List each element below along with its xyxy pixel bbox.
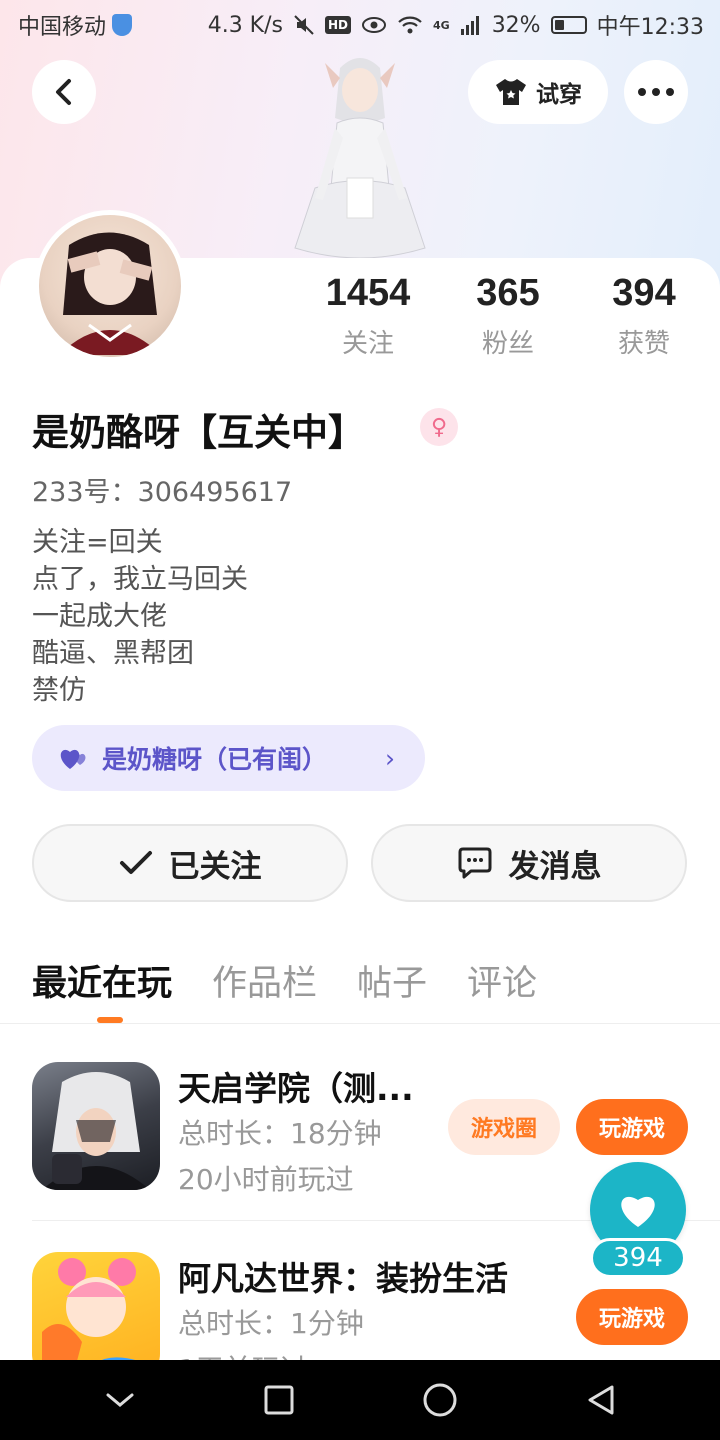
tab-posts[interactable]: 帖子 (357, 955, 427, 1006)
shield-icon (112, 14, 133, 36)
mute-icon (294, 15, 314, 35)
tab-recently-played[interactable]: 最近在玩 (32, 955, 172, 1006)
back-triangle-icon[interactable] (586, 1384, 616, 1416)
followed-button[interactable]: 已关注 (32, 824, 348, 902)
user-id: 233号：306495617 (32, 477, 293, 508)
home-icon[interactable] (423, 1383, 457, 1417)
username: 是奶酪呀【互关中】 (32, 411, 365, 454)
recent-apps-icon[interactable] (264, 1385, 294, 1415)
bio-line: 点了，我立马回关 (32, 564, 248, 595)
carrier-name: 中国移动 (18, 15, 107, 40)
likes-stat[interactable]: 394 获赞 (574, 272, 714, 360)
following-label: 关注 (341, 329, 394, 359)
send-message-button[interactable]: 发消息 (371, 824, 687, 902)
game-circle-button[interactable]: 游戏圈 (448, 1099, 560, 1155)
battery-percent: 32% (491, 12, 541, 38)
relationship-tag[interactable]: 是奶糖呀（已有闺） › (32, 725, 425, 791)
send-message-label: 发消息 (508, 848, 602, 885)
game-title: 阿凡达世界：装扮生活 (178, 1259, 508, 1298)
back-button[interactable] (32, 60, 96, 124)
bio-line: 禁仿 (32, 675, 86, 706)
play-game-button[interactable]: 玩游戏 (576, 1099, 688, 1155)
followers-label: 粉丝 (481, 329, 534, 359)
bio-line: 酷逼、黑帮团 (32, 638, 194, 669)
game-title: 天启学院（测... (178, 1069, 414, 1108)
avatar-image (59, 232, 161, 355)
more-icon (638, 88, 674, 96)
relationship-tag-label: 是奶糖呀（已有闺） (102, 745, 328, 774)
followers-stat[interactable]: 365 粉丝 (438, 272, 578, 360)
chevron-down-icon[interactable] (105, 1390, 135, 1410)
eye-icon (362, 17, 386, 33)
hearts-icon (60, 749, 86, 769)
likes-label: 获赞 (617, 329, 670, 359)
female-gender-icon: ♀ (420, 408, 458, 446)
tshirt-icon (496, 79, 526, 105)
wifi-icon (398, 16, 422, 34)
game-play-duration: 总时长：18分钟 (178, 1117, 382, 1150)
network-type: 4G (433, 18, 450, 32)
bio-line: 关注=回关 (32, 527, 163, 558)
try-on-label: 试穿 (536, 82, 582, 108)
hd-badge: HD (324, 16, 351, 34)
status-bar: 中国移动 4.3 K/s HD 4G 32% 中午12:33 (0, 0, 720, 50)
signal-icon (460, 16, 479, 35)
more-options-button[interactable] (624, 60, 688, 124)
followed-label: 已关注 (168, 848, 262, 885)
like-count-badge: 394 (590, 1238, 686, 1278)
game-icon (32, 1062, 160, 1190)
system-navigation-bar (0, 1360, 720, 1440)
tab-comments[interactable]: 评论 (467, 955, 537, 1006)
game-last-played: 20小时前玩过 (178, 1163, 354, 1196)
following-stat[interactable]: 1454 关注 (298, 272, 438, 360)
heart-icon (621, 1196, 655, 1227)
chat-bubble-icon (458, 847, 491, 879)
likes-count: 394 (612, 272, 676, 314)
game-icon-art (42, 1072, 150, 1190)
character-figure (294, 58, 426, 259)
bio: 关注=回关 点了，我立马回关 一起成大佬 酷逼、黑帮团 禁仿 (32, 524, 248, 709)
tab-works[interactable]: 作品栏 (212, 955, 317, 1006)
avatar[interactable] (34, 210, 186, 362)
clock: 中午12:33 (596, 15, 704, 40)
network-speed: 4.3 K/s (207, 12, 283, 38)
check-icon (119, 851, 152, 874)
chevron-right-icon: › (385, 743, 395, 773)
try-on-button[interactable]: 试穿 (468, 60, 608, 124)
game-last-played: 1天前玩过 (178, 1348, 308, 1360)
game-play-duration: 总时长：1分钟 (178, 1307, 364, 1340)
followers-count: 365 (476, 272, 540, 314)
bio-line: 一起成大佬 (32, 601, 167, 632)
chevron-left-icon (56, 79, 71, 105)
carrier: 中国移动 (18, 9, 133, 41)
following-count: 1454 (325, 272, 411, 314)
profile-tabs: 最近在玩 作品栏 帖子 评论 (32, 955, 537, 1006)
play-game-button[interactable]: 玩游戏 (576, 1289, 688, 1345)
divider (0, 1023, 720, 1024)
battery-icon (550, 16, 587, 34)
